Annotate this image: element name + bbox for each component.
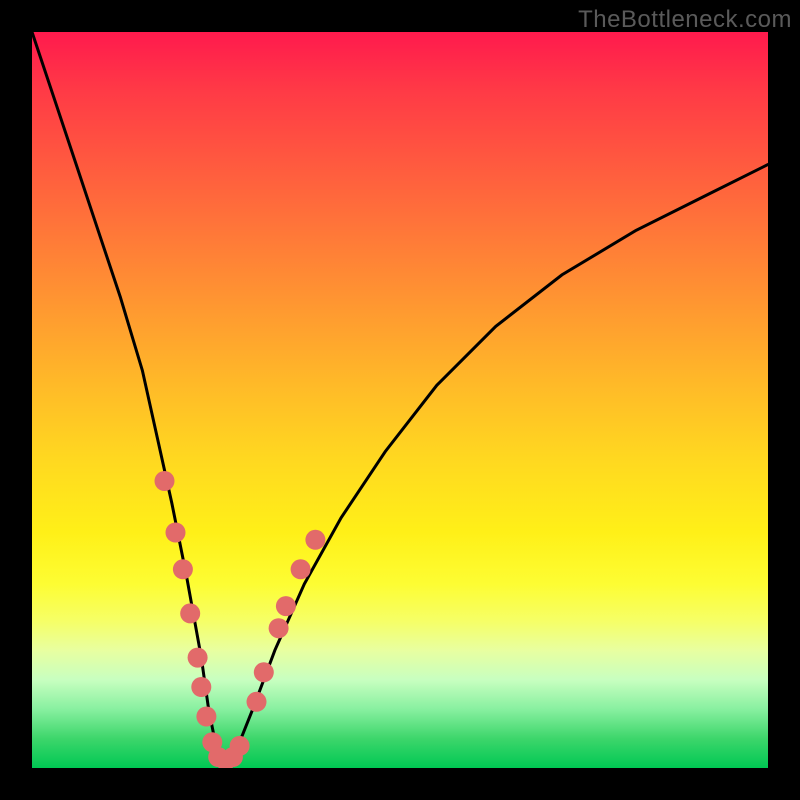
plot-area [32, 32, 768, 768]
marker-dot [247, 692, 267, 712]
marker-dot [254, 662, 274, 682]
marker-dot [180, 603, 200, 623]
marker-dot [173, 559, 193, 579]
marker-dot [291, 559, 311, 579]
marker-dot [276, 596, 296, 616]
marker-dot [230, 736, 250, 756]
marker-dot [269, 618, 289, 638]
marker-dot [191, 677, 211, 697]
marker-dot [166, 523, 186, 543]
marker-dot [155, 471, 175, 491]
watermark-text: TheBottleneck.com [578, 6, 792, 34]
curve-svg [32, 32, 768, 768]
marker-group [155, 471, 326, 768]
marker-dot [196, 707, 216, 727]
marker-dot [305, 530, 325, 550]
chart-frame: TheBottleneck.com [0, 0, 800, 800]
marker-dot [188, 648, 208, 668]
bottleneck-curve [32, 32, 768, 761]
